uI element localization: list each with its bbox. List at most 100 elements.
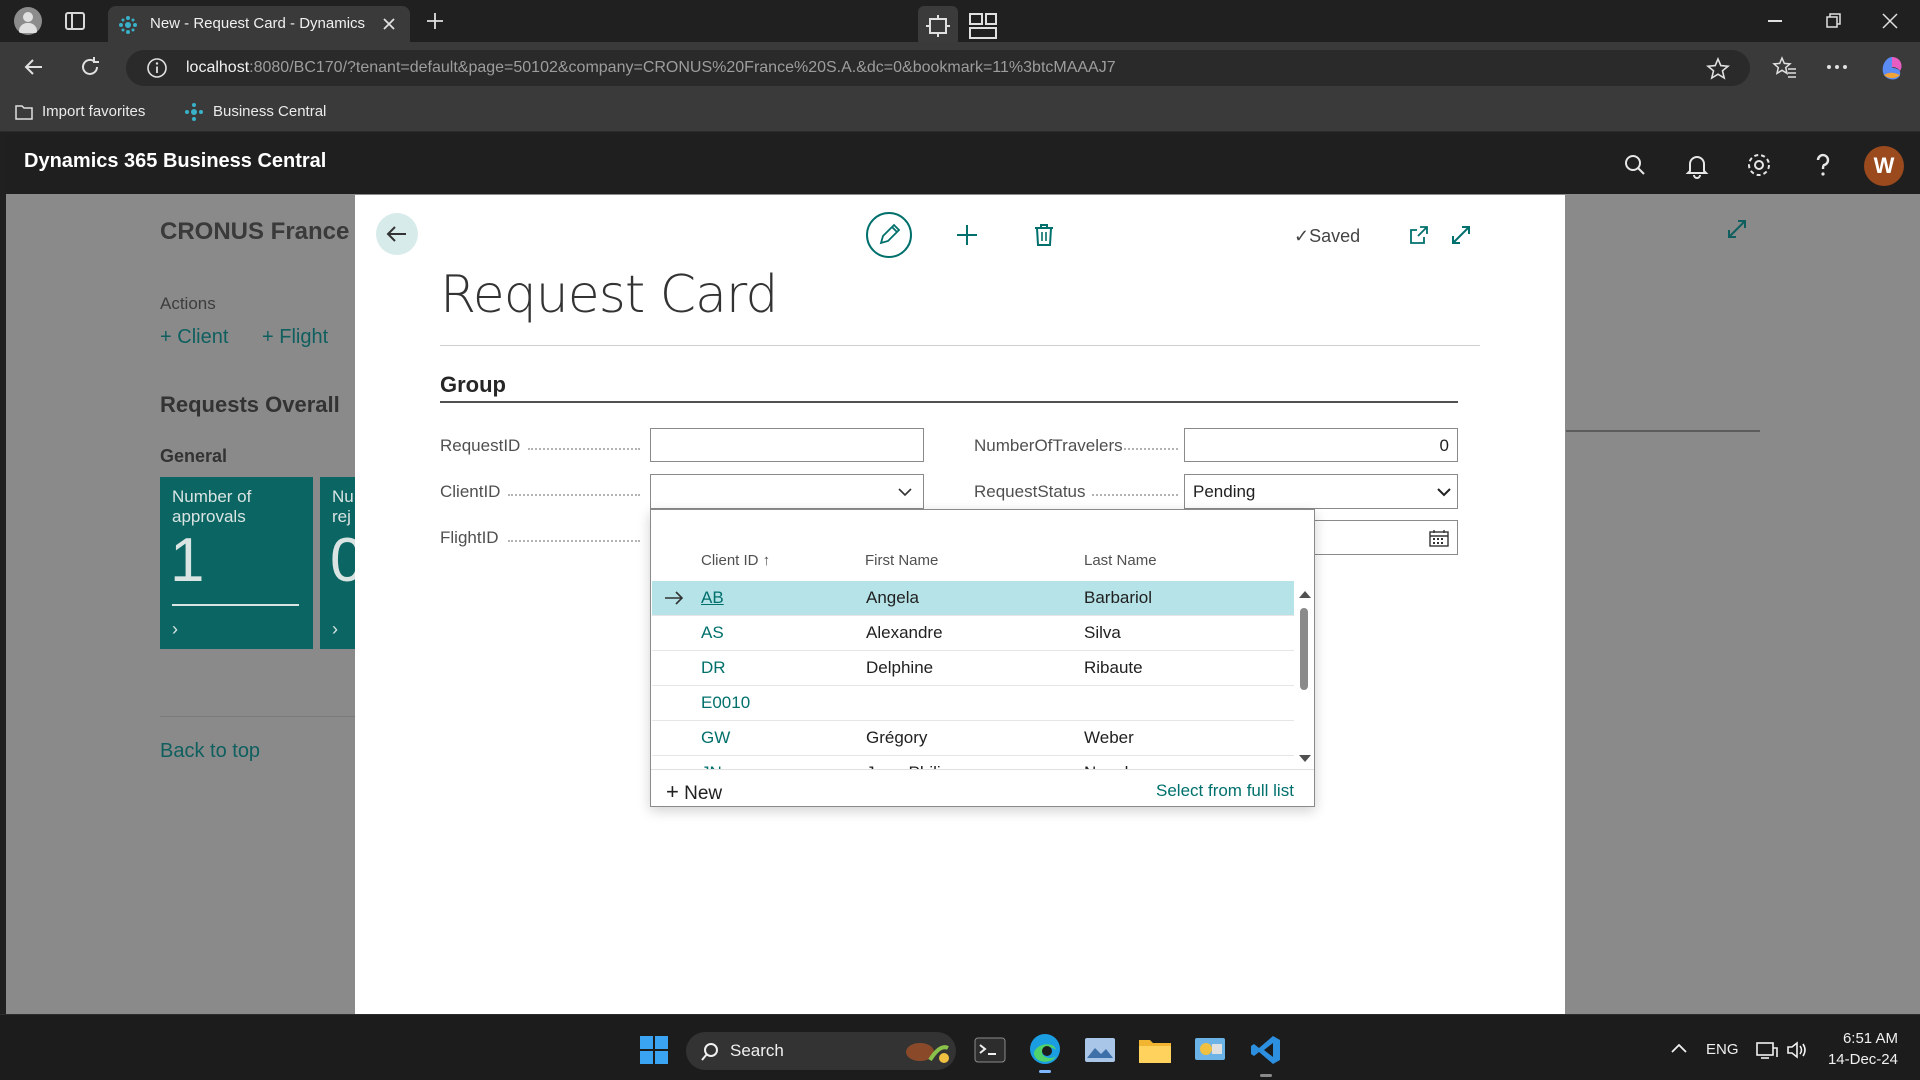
lookup-row[interactable]: AB Angela Barbariol bbox=[652, 581, 1294, 616]
settings-gear-icon[interactable] bbox=[1744, 150, 1774, 180]
workspaces-icon[interactable] bbox=[968, 12, 998, 40]
plus-icon: + bbox=[666, 779, 679, 804]
tile-approvals[interactable]: Number of approvals 1 › bbox=[160, 477, 313, 649]
lookup-row[interactable]: DR Delphine Ribaute bbox=[652, 651, 1294, 686]
lookup-row-clip: JN Jean-Philippe Nagel bbox=[652, 756, 1294, 769]
favorite-import[interactable]: Import favorites bbox=[42, 92, 145, 132]
lookup-cell-client-id[interactable]: AB bbox=[701, 581, 724, 615]
more-options-icon[interactable] bbox=[1826, 64, 1848, 70]
delete-button[interactable] bbox=[1033, 223, 1055, 247]
request-status-select[interactable]: Pending bbox=[1184, 474, 1458, 509]
copilot-icon[interactable] bbox=[1878, 53, 1906, 81]
select-from-full-list-link[interactable]: Select from full list bbox=[1156, 781, 1294, 801]
bottom-divider bbox=[160, 716, 356, 717]
lookup-scroll-down-icon[interactable] bbox=[1298, 754, 1312, 764]
lookup-new-button[interactable]: + New bbox=[666, 779, 722, 805]
url-host: localhost bbox=[186, 59, 250, 76]
tile-approvals-value: 1 bbox=[170, 526, 205, 595]
lookup-cell-client-id[interactable]: AS bbox=[701, 616, 724, 650]
input-language[interactable]: ENG bbox=[1706, 1041, 1739, 1058]
show-hidden-icons-icon[interactable] bbox=[1670, 1042, 1688, 1054]
expand-page-icon[interactable] bbox=[1726, 218, 1748, 240]
open-new-window-icon[interactable] bbox=[1408, 224, 1430, 246]
user-avatar[interactable]: W bbox=[1864, 146, 1904, 186]
lookup-cell-client-id[interactable]: DR bbox=[701, 651, 726, 685]
windows-start-icon[interactable] bbox=[639, 1035, 669, 1065]
file-explorer-icon[interactable] bbox=[1138, 1036, 1172, 1064]
favorites-icon[interactable] bbox=[1772, 55, 1798, 81]
saved-check-icon: ✓ bbox=[1294, 226, 1310, 246]
group-divider bbox=[440, 401, 1458, 403]
expand-dialog-icon[interactable] bbox=[1450, 224, 1472, 246]
lookup-cell-client-id[interactable]: GW bbox=[701, 721, 730, 755]
action-client-label: Client bbox=[177, 326, 229, 348]
new-record-button[interactable] bbox=[955, 223, 979, 247]
back-to-top-link[interactable]: Back to top bbox=[160, 740, 260, 763]
lookup-row[interactable]: AS Alexandre Silva bbox=[652, 616, 1294, 651]
column-header-last-name[interactable]: Last Name bbox=[1084, 552, 1157, 569]
close-window-icon[interactable] bbox=[1882, 13, 1898, 29]
action-new-client[interactable]: + Client bbox=[160, 326, 228, 349]
action-flight-label: Flight bbox=[279, 326, 329, 348]
tab-request-card[interactable]: New - Request Card - Dynamics 3 bbox=[108, 6, 410, 42]
screen-cast-button[interactable] bbox=[918, 6, 958, 46]
tab-actions-icon[interactable] bbox=[64, 11, 86, 31]
number-of-travelers-input[interactable]: 0 bbox=[1184, 428, 1458, 462]
section-divider bbox=[1566, 430, 1760, 432]
minimize-window-icon[interactable] bbox=[1768, 20, 1782, 22]
client-id-label: ClientID bbox=[440, 482, 501, 501]
back-icon[interactable] bbox=[22, 55, 46, 79]
lookup-cell-client-id[interactable]: E0010 bbox=[701, 686, 750, 720]
client-id-leader bbox=[508, 494, 640, 496]
help-icon[interactable] bbox=[1808, 150, 1838, 180]
tile-rejections-value: 0 bbox=[330, 526, 356, 595]
network-icon[interactable] bbox=[1756, 1040, 1778, 1060]
favorite-business-central[interactable]: Business Central bbox=[213, 92, 326, 132]
clock-date[interactable]: 14-Dec-24 bbox=[1826, 1051, 1898, 1068]
profile-icon[interactable] bbox=[14, 7, 42, 35]
lookup-cell-last-name: Nagel bbox=[1084, 756, 1128, 769]
control-panel-icon[interactable] bbox=[1194, 1036, 1226, 1064]
clock-time[interactable]: 6:51 AM bbox=[1842, 1030, 1898, 1047]
lookup-row[interactable]: GW Grégory Weber bbox=[652, 721, 1294, 756]
action-new-flight[interactable]: + Flight bbox=[262, 326, 328, 349]
edit-button[interactable] bbox=[866, 212, 912, 258]
taskbar-search-box[interactable]: Search bbox=[686, 1032, 956, 1070]
group-heading[interactable]: Group bbox=[440, 372, 506, 398]
back-button[interactable] bbox=[376, 213, 418, 255]
calendar-icon[interactable] bbox=[1429, 529, 1449, 547]
title-divider bbox=[440, 345, 1480, 346]
lookup-scroll-up-icon[interactable] bbox=[1298, 589, 1312, 599]
tile-rejections[interactable]: Nu rej 0 › bbox=[320, 477, 356, 649]
edge-browser-icon[interactable] bbox=[1028, 1032, 1062, 1073]
lookup-cell-last-name: Ribaute bbox=[1084, 658, 1143, 677]
lookup-cell-client-id[interactable]: JN bbox=[701, 756, 722, 769]
lookup-row[interactable]: E0010 bbox=[652, 686, 1294, 721]
url-path: :8080/BC170/?tenant=default&page=50102&c… bbox=[249, 59, 1116, 76]
subsection-title: General bbox=[160, 446, 228, 466]
favorite-star-icon[interactable] bbox=[1706, 57, 1730, 81]
refresh-icon[interactable] bbox=[78, 55, 102, 79]
restore-window-icon[interactable] bbox=[1826, 13, 1842, 29]
lookup-cell-first-name: Alexandre bbox=[866, 623, 943, 642]
taskbar-search-icon bbox=[701, 1043, 718, 1061]
close-tab-icon[interactable] bbox=[382, 17, 396, 31]
column-header-first-name[interactable]: First Name bbox=[865, 552, 938, 569]
client-id-chevron-down-icon[interactable] bbox=[897, 485, 913, 499]
terminal-app-icon[interactable] bbox=[974, 1035, 1006, 1065]
lookup-cell-first-name: Angela bbox=[866, 588, 919, 607]
business-central-favicon bbox=[118, 15, 138, 35]
client-id-input[interactable] bbox=[650, 474, 924, 509]
search-icon[interactable] bbox=[1620, 150, 1650, 180]
new-tab-icon[interactable] bbox=[425, 11, 445, 31]
column-header-client-id[interactable]: Client ID ↑ bbox=[701, 552, 770, 569]
vscode-icon[interactable] bbox=[1250, 1034, 1282, 1077]
lookup-cell-first-name: Delphine bbox=[866, 658, 934, 677]
app-title: Dynamics 365 Business Central bbox=[24, 150, 327, 172]
volume-icon[interactable] bbox=[1786, 1040, 1808, 1060]
photos-app-icon[interactable] bbox=[1084, 1036, 1116, 1064]
notifications-bell-icon[interactable] bbox=[1682, 150, 1712, 180]
lookup-scrollbar-thumb[interactable] bbox=[1300, 608, 1308, 690]
request-id-input[interactable] bbox=[650, 428, 924, 462]
site-info-icon[interactable] bbox=[146, 57, 168, 79]
